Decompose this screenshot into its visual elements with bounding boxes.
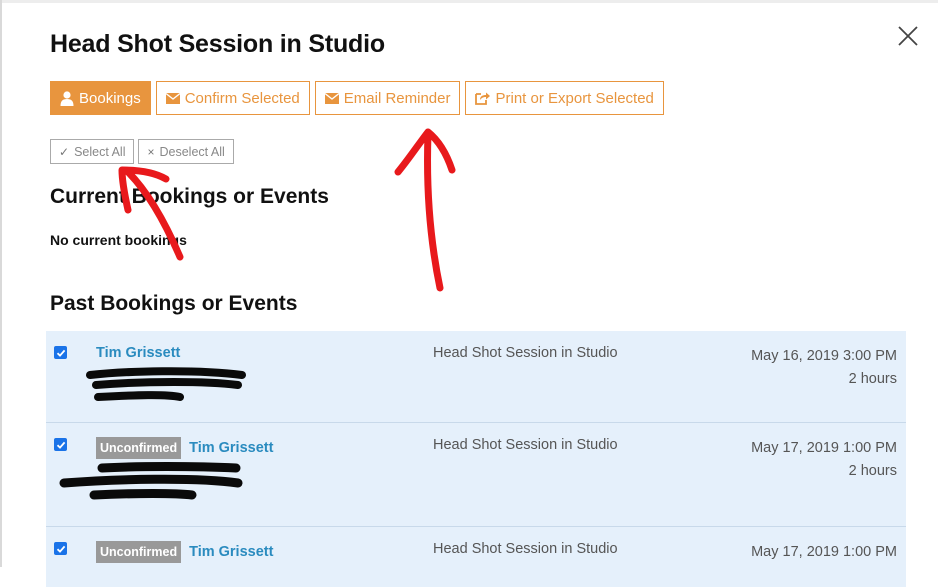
selection-controls: ✓ Select All × Deselect All xyxy=(50,139,234,164)
print-export-button[interactable]: Print or Export Selected xyxy=(465,81,664,115)
share-icon xyxy=(475,91,491,105)
customer-name-link[interactable]: Tim Grissett xyxy=(189,544,273,560)
email-reminder-label: Email Reminder xyxy=(343,89,451,107)
modal-top-border xyxy=(0,0,938,3)
confirm-selected-button[interactable]: Confirm Selected xyxy=(155,81,310,115)
booking-duration: 2 hours xyxy=(848,371,897,387)
booking-datetime: May 16, 2019 3:00 PM 2 hours xyxy=(751,345,897,391)
annotation-arrow-email-reminder xyxy=(394,128,456,292)
modal-left-border xyxy=(0,0,2,567)
booking-modal: Head Shot Session in Studio Bookings Con… xyxy=(0,0,938,587)
close-icon xyxy=(898,26,918,46)
service-name: Head Shot Session in Studio xyxy=(433,541,618,557)
redaction-scribble xyxy=(59,462,243,500)
x-icon: × xyxy=(147,144,155,159)
confirm-selected-label: Confirm Selected xyxy=(184,89,300,107)
customer-info: Unconfirmed Tim Grissett xyxy=(96,541,273,563)
select-all-button[interactable]: ✓ Select All xyxy=(50,139,135,164)
current-bookings-heading: Current Bookings or Events xyxy=(50,185,329,208)
service-name: Head Shot Session in Studio xyxy=(433,437,618,453)
past-bookings-list: Tim Grissett Head Shot Session in Studio… xyxy=(46,331,906,587)
booking-date: May 17, 2019 1:00 PM xyxy=(751,440,897,456)
service-name: Head Shot Session in Studio xyxy=(433,345,618,361)
print-export-label: Print or Export Selected xyxy=(495,89,654,107)
user-icon xyxy=(60,90,74,106)
deselect-all-button[interactable]: × Deselect All xyxy=(138,139,234,164)
check-icon: ✓ xyxy=(59,144,70,159)
booking-datetime: May 17, 2019 1:00 PM xyxy=(751,541,897,564)
modal-title: Head Shot Session in Studio xyxy=(50,30,385,58)
checkmark-icon xyxy=(56,545,65,553)
close-button[interactable] xyxy=(894,22,922,50)
status-badge: Unconfirmed xyxy=(96,541,182,563)
booking-row[interactable]: Tim Grissett Head Shot Session in Studio… xyxy=(46,331,906,423)
bookings-button[interactable]: Bookings xyxy=(50,81,151,115)
no-current-bookings-text: No current bookings xyxy=(50,232,187,248)
bookings-button-label: Bookings xyxy=(79,89,141,107)
booking-date: May 16, 2019 3:00 PM xyxy=(751,348,897,364)
redaction-scribble xyxy=(86,367,246,401)
booking-row[interactable]: Unconfirmed Tim Grissett Head Shot Sessi… xyxy=(46,527,906,587)
booking-row[interactable]: Unconfirmed Tim Grissett Head Shot Sessi… xyxy=(46,423,906,527)
booking-date: May 17, 2019 1:00 PM xyxy=(751,544,897,560)
envelope-icon xyxy=(324,92,339,104)
booking-duration: 2 hours xyxy=(848,463,897,479)
envelope-icon xyxy=(165,92,180,104)
toolbar: Bookings Confirm Selected Email Reminder… xyxy=(50,81,664,115)
booking-datetime: May 17, 2019 1:00 PM 2 hours xyxy=(751,437,897,483)
select-all-label: Select All xyxy=(74,144,126,159)
email-reminder-button[interactable]: Email Reminder xyxy=(314,81,461,115)
deselect-all-label: Deselect All xyxy=(159,144,225,159)
booking-checkbox[interactable] xyxy=(54,542,67,555)
past-bookings-heading: Past Bookings or Events xyxy=(50,292,298,315)
